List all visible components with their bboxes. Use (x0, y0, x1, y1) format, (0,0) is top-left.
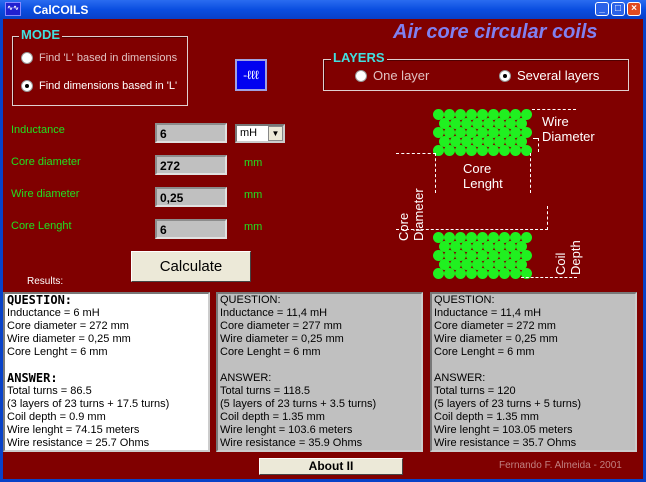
coil-icon[interactable]: -ℓℓℓ (235, 59, 267, 91)
core-length-input[interactable]: 6 (155, 219, 227, 239)
wire-turn (466, 268, 477, 279)
maximize-button[interactable]: □ (611, 2, 625, 16)
wire-turn (455, 268, 466, 279)
title-bar: ∿∿ CalCOILS _ □ × (0, 0, 646, 19)
wire-turn (455, 145, 466, 156)
mode-legend: MODE (19, 27, 62, 42)
calculate-button[interactable]: Calculate (131, 251, 251, 282)
unit-value: mH (240, 127, 258, 139)
one-layer-radio[interactable]: One layer (355, 68, 429, 83)
wire-turn (433, 268, 444, 279)
wire-turn (477, 268, 488, 279)
core-diameter-unit: mm (244, 157, 263, 169)
radio-selected-icon (21, 80, 33, 92)
result-panel-previous-1[interactable]: QUESTION: Inductance = 11,4 mH Core diame… (216, 292, 423, 452)
wire-turn (499, 268, 510, 279)
main-window: Air core circular coils MODE Find 'L' ba… (3, 19, 643, 479)
dim-line (532, 109, 576, 110)
radio-label: Find 'L' based in dimensions (39, 52, 178, 64)
mode-find-dimensions-radio[interactable]: Find dimensions based in 'L' (21, 80, 177, 92)
radio-selected-icon (499, 69, 511, 82)
core-length-unit: mm (244, 221, 263, 233)
wire-turn (444, 268, 455, 279)
wire-turn (444, 145, 455, 156)
inductance-unit-select[interactable]: mH ▼ (235, 124, 285, 143)
wire-diameter-caption: Wire Diameter (542, 114, 595, 144)
wire-turn (488, 268, 499, 279)
wire-turn (466, 145, 477, 156)
inductance-input[interactable]: 6 (155, 123, 227, 143)
result-panel-previous-2[interactable]: QUESTION: Inductance = 11,4 mH Core diame… (430, 292, 637, 452)
chevron-down-icon[interactable]: ▼ (268, 126, 283, 141)
dim-line (396, 206, 548, 230)
core-length-label: Core Lenght (11, 220, 72, 232)
dim-line (521, 277, 577, 278)
radio-icon (355, 69, 367, 82)
inductance-label: Inductance (11, 124, 65, 136)
several-layers-radio[interactable]: Several layers (499, 68, 599, 83)
wire-turn (477, 145, 488, 156)
wire-turn (510, 145, 521, 156)
app-icon: ∿∿ (5, 2, 21, 16)
radio-label: One layer (373, 68, 430, 83)
credit-text: Fernando F. Almeida - 2001 (499, 460, 622, 471)
results-label: Results: (27, 276, 64, 287)
dim-line (396, 153, 436, 193)
wire-diameter-unit: mm (244, 189, 263, 201)
wire-turn (488, 145, 499, 156)
wire-diameter-input[interactable]: 0,25 (155, 187, 227, 207)
radio-icon (21, 52, 33, 64)
window-title: CalCOILS (33, 3, 89, 17)
core-diameter-label: Core diameter (11, 156, 81, 168)
mode-find-l-radio[interactable]: Find 'L' based in dimensions (21, 52, 177, 64)
close-button[interactable]: × (627, 2, 641, 16)
radio-label: Find dimensions based in 'L' (39, 80, 178, 92)
wire-turn (499, 145, 510, 156)
wire-diameter-label: Wire diameter (11, 188, 80, 200)
result-panel-current[interactable]: QUESTION: Inductance = 6 mH Core diameter… (3, 292, 210, 452)
wire-turn (510, 268, 521, 279)
core-diameter-input[interactable]: 272 (155, 155, 227, 175)
minimize-button[interactable]: _ (595, 2, 609, 16)
about-button[interactable]: About II (259, 458, 403, 475)
radio-label: Several layers (517, 68, 600, 83)
coil-depth-caption: Coil Depth (553, 240, 583, 275)
mode-group (12, 36, 188, 106)
layers-legend: LAYERS (331, 50, 387, 65)
app-heading: Air core circular coils (393, 21, 598, 43)
dim-line (533, 138, 539, 152)
dim-line (530, 153, 531, 193)
core-length-caption: Core Lenght (463, 161, 503, 191)
